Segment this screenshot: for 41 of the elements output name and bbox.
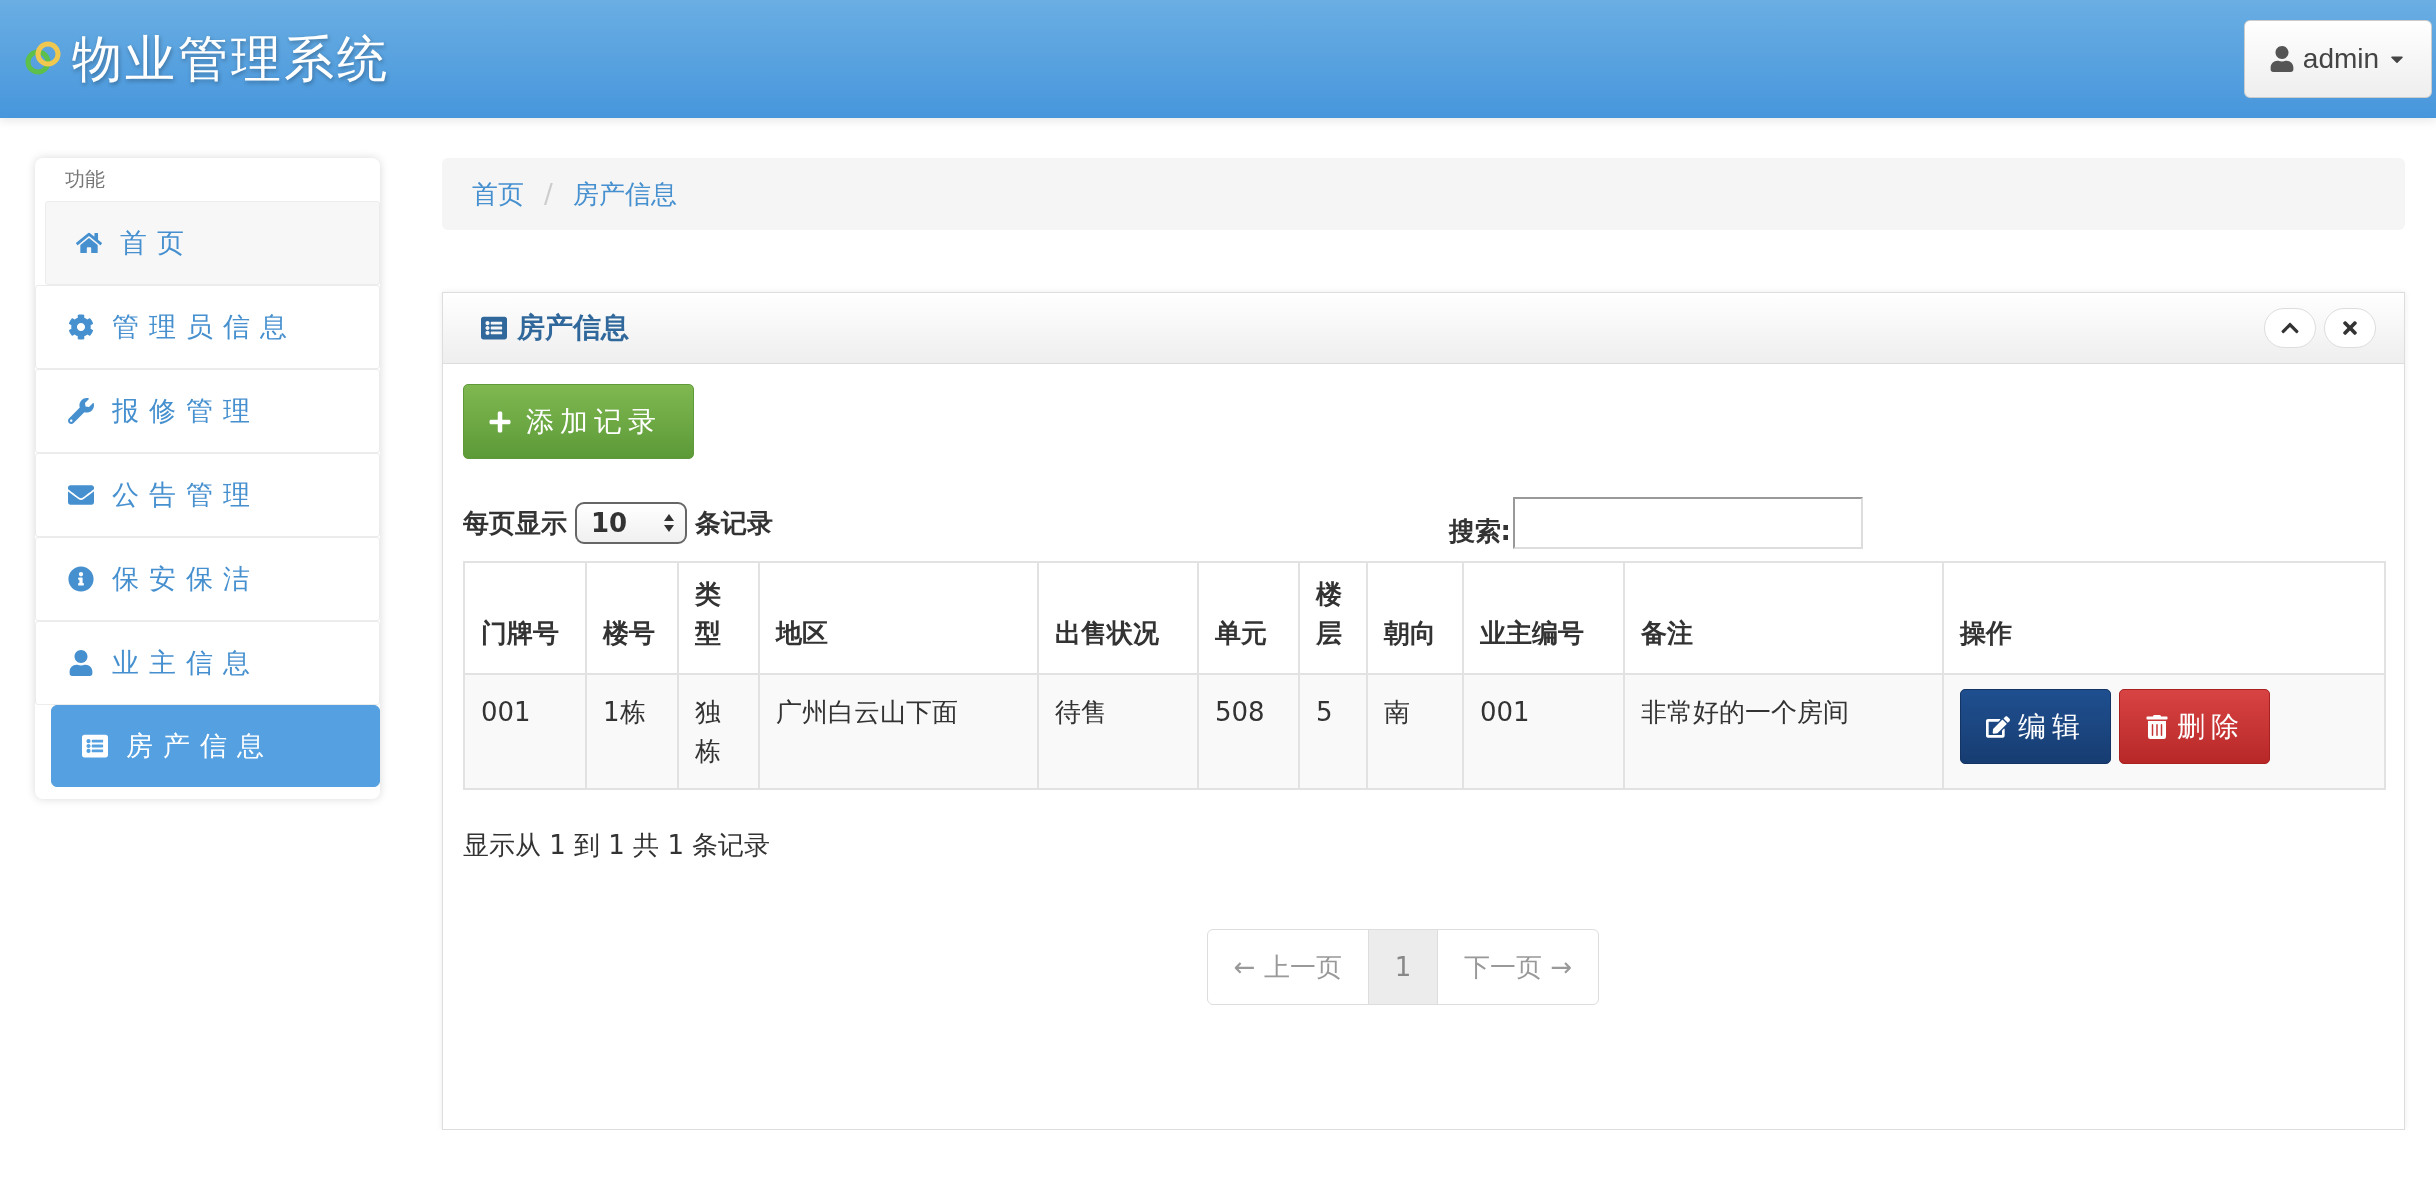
table-cell: 待售 <box>1038 674 1198 789</box>
sidebar-heading: 功能 <box>64 166 106 193</box>
table-info: 显示从 1 到 1 共 1 条记录 <box>463 829 772 862</box>
page-length-select[interactable]: 10 <box>575 502 687 544</box>
wrench-icon <box>68 398 94 424</box>
table-cell: 508 <box>1198 674 1299 789</box>
table-cell: 5 <box>1299 674 1367 789</box>
column-header[interactable]: 门牌号 <box>464 562 586 674</box>
settings-icon <box>68 314 94 340</box>
plus-icon <box>488 409 512 434</box>
delete-button[interactable]: 删除 <box>2119 689 2270 764</box>
user-icon <box>68 650 94 676</box>
table-cell: 广州白云山下面 <box>759 674 1038 789</box>
page-length-label: 每页显示 <box>463 506 567 540</box>
info-icon <box>68 566 94 592</box>
panel-title: 房产信息 <box>517 310 629 346</box>
table-cell: 南 <box>1367 674 1463 789</box>
table-cell: 1栋 <box>586 674 678 789</box>
table-cell: 001 <box>1463 674 1624 789</box>
table-cell: 001 <box>464 674 586 789</box>
breadcrumb-separator: / <box>544 179 553 209</box>
list-icon <box>481 315 507 341</box>
search-label: 搜索: <box>1448 515 1511 548</box>
trash-icon <box>2144 714 2169 739</box>
table-cell: 独栋 <box>678 674 759 789</box>
user-icon <box>2268 46 2295 72</box>
column-header[interactable]: 操作 <box>1943 562 2385 674</box>
list-icon <box>82 733 108 759</box>
app-title: 物业管理系统 <box>72 28 390 90</box>
page-length-suffix: 条记录 <box>695 506 773 540</box>
search-field[interactable] <box>1513 497 1863 549</box>
home-icon <box>76 230 102 256</box>
user-menu-button[interactable]: admin <box>2244 20 2432 98</box>
close-icon <box>2340 318 2360 338</box>
edit-icon <box>1985 714 2010 739</box>
close-button[interactable] <box>2324 308 2376 348</box>
edit-button[interactable]: 编辑 <box>1960 689 2111 764</box>
collapse-button[interactable] <box>2264 308 2316 348</box>
envelope-icon <box>68 482 94 508</box>
spinner-arrows-icon <box>663 513 675 533</box>
table-cell: 非常好的一个房间 <box>1624 674 1943 789</box>
